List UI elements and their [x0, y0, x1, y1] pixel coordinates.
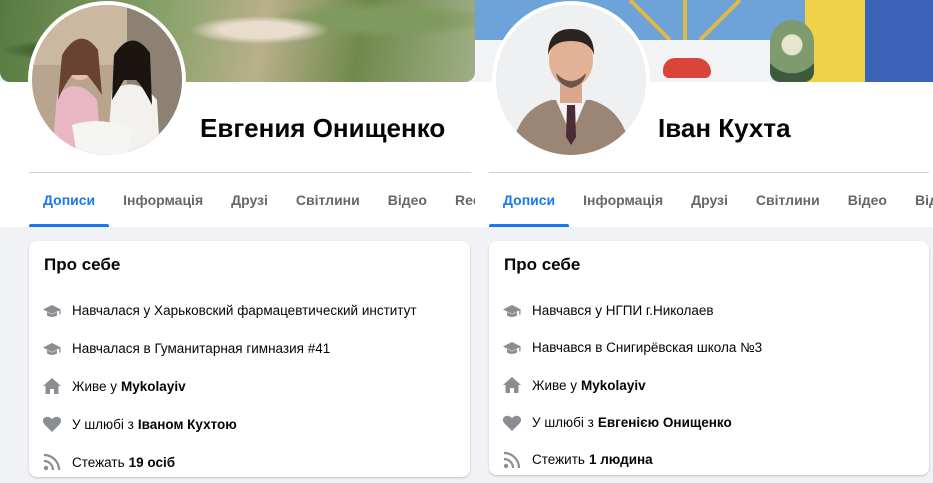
- intro-item-education: Навчалася у Харьковский фармацевтический…: [42, 292, 460, 330]
- graduation-cap-icon: [42, 301, 62, 321]
- heart-icon: [42, 414, 62, 434]
- tab-about[interactable]: Інформація: [109, 173, 217, 227]
- profile-tabs: ДописиІнформаціяДрузіСвітлиниВідеоReels: [29, 173, 475, 227]
- tab-posts[interactable]: Дописи: [29, 173, 110, 227]
- profile-name: Іван Кухта: [658, 113, 791, 143]
- intro-item-link[interactable]: Mykolayiv: [121, 379, 186, 394]
- intro-item-followers: Стежать 19 осіб: [42, 443, 460, 481]
- tab-photos[interactable]: Світлини: [282, 173, 374, 227]
- intro-title: Про себе: [504, 255, 581, 274]
- profile-avatar[interactable]: [492, 1, 650, 159]
- tab-tagged[interactable]: Відмітки: [901, 173, 933, 227]
- tab-about[interactable]: Інформація: [569, 173, 677, 227]
- intro-title: Про себе: [44, 255, 121, 274]
- intro-item-education: Навчалася в Гуманитарная гимназия #41: [42, 330, 460, 368]
- intro-item-text: Стежить: [532, 452, 585, 468]
- intro-item-text: Навчався в Снигирёвская школа №3: [532, 340, 763, 356]
- cover-decoration: [770, 20, 814, 82]
- intro-item-link[interactable]: 19 осіб: [129, 455, 175, 470]
- profile-tabs: ДописиІнформаціяДрузіСвітлиниВідеоВідміт…: [489, 173, 933, 227]
- intro-item-text: Живе у: [72, 378, 118, 394]
- graduation-cap-icon: [502, 338, 522, 358]
- intro-item-relationship: У шлюбі з Евгенією Онищенко: [502, 404, 919, 441]
- tab-posts[interactable]: Дописи: [489, 173, 570, 227]
- tab-friends[interactable]: Друзі: [217, 173, 282, 227]
- intro-item-link[interactable]: Евгенією Онищенко: [598, 415, 732, 430]
- intro-card: Про себе Навчався у НГПИ г.Николаев Навч…: [489, 241, 929, 475]
- intro-item-link[interactable]: Іваном Кухтою: [138, 417, 237, 432]
- tab-photos[interactable]: Світлини: [742, 173, 834, 227]
- profile-panel-left: Евгения Онищенко Дописи Інформація Друзі Св…: [0, 0, 475, 483]
- intro-item-text: У шлюбі з: [72, 416, 134, 432]
- intro-item-text: У шлюбі з: [532, 415, 594, 431]
- intro-item-text: Навчалася у Харьковский фармацевтический…: [72, 303, 417, 319]
- home-icon: [42, 376, 62, 396]
- intro-item-link[interactable]: Mykolayiv: [581, 378, 646, 393]
- intro-item-link[interactable]: 1 людина: [589, 452, 653, 467]
- graduation-cap-icon: [42, 339, 62, 359]
- profile-name: Евгения Онищенко: [200, 113, 446, 143]
- intro-item-relationship: У шлюбі з Іваном Кухтою: [42, 405, 460, 443]
- tab-videos[interactable]: Відео: [834, 173, 901, 227]
- profile-panel-right: Іван Кухта Дописи Інформація Друзі Світлини…: [475, 0, 933, 483]
- intro-item-text: Живе у: [532, 377, 578, 393]
- intro-item-followers: Стежить 1 людина: [502, 441, 919, 478]
- profile-avatar[interactable]: [28, 1, 186, 159]
- heart-icon: [502, 413, 522, 433]
- intro-item-education: Навчався в Снигирёвская школа №3: [502, 329, 919, 366]
- intro-card: Про себе Навчалася у Харьковский фармаце…: [29, 241, 470, 477]
- intro-item-location: Живе у Mykolayiv: [42, 368, 460, 406]
- tab-videos[interactable]: Відео: [374, 173, 441, 227]
- intro-item-text: Навчався у НГПИ г.Николаев: [532, 303, 714, 319]
- graduation-cap-icon: [502, 301, 522, 321]
- rss-icon: [42, 452, 62, 472]
- intro-item-text: Стежать: [72, 454, 125, 470]
- intro-item-text: Навчалася в Гуманитарная гимназия #41: [72, 341, 331, 357]
- home-icon: [502, 375, 522, 395]
- rss-icon: [502, 450, 522, 470]
- tab-friends[interactable]: Друзі: [677, 173, 742, 227]
- intro-item-education: Навчався у НГПИ г.Николаев: [502, 292, 919, 329]
- cover-decoration: [663, 58, 711, 78]
- tab-reels[interactable]: Reels: [441, 173, 475, 227]
- intro-item-location: Живе у Mykolayiv: [502, 367, 919, 404]
